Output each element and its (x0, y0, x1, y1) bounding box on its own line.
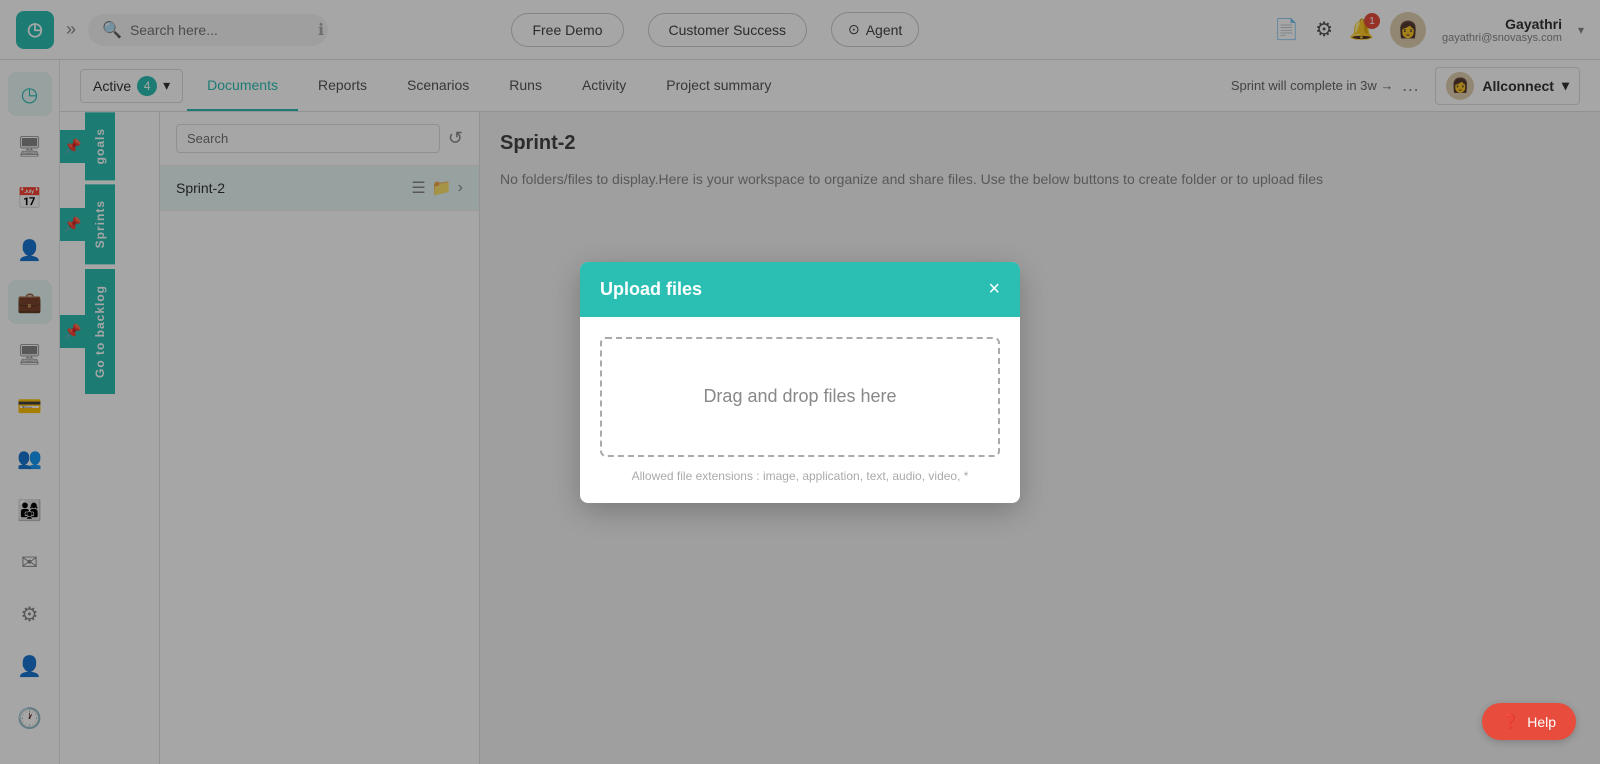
modal-header: Upload files × (580, 262, 1020, 317)
file-extensions-text: Allowed file extensions : image, applica… (600, 469, 1000, 483)
help-label: Help (1527, 714, 1556, 730)
modal-close-button[interactable]: × (988, 278, 1000, 301)
help-icon: ❓ (1502, 713, 1519, 730)
modal-title: Upload files (600, 279, 702, 300)
modal-body: Drag and drop files here Allowed file ex… (580, 317, 1020, 503)
modal-overlay[interactable]: Upload files × Drag and drop files here … (0, 0, 1600, 764)
help-button[interactable]: ❓ Help (1482, 703, 1576, 740)
drop-zone-text: Drag and drop files here (703, 386, 896, 407)
drop-zone[interactable]: Drag and drop files here (600, 337, 1000, 457)
upload-modal: Upload files × Drag and drop files here … (580, 262, 1020, 503)
